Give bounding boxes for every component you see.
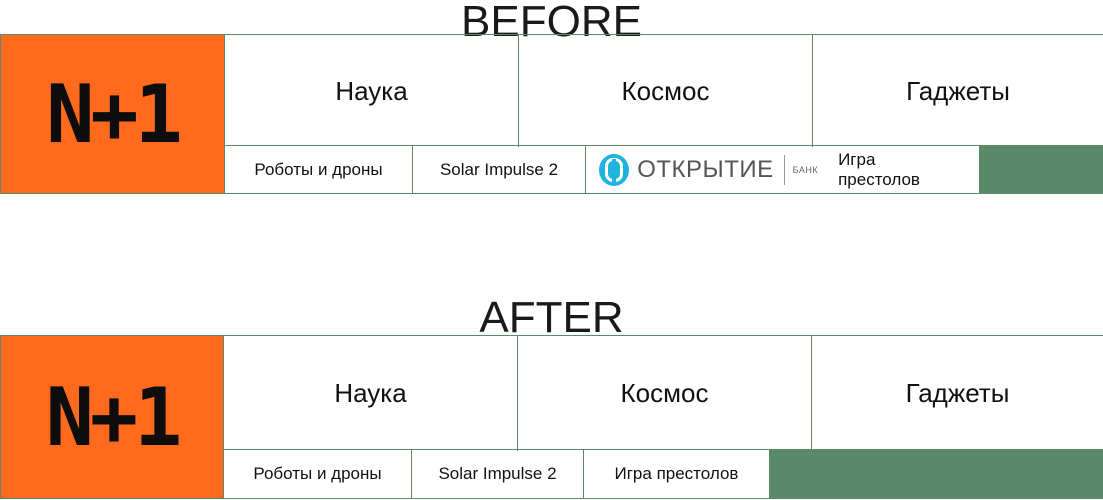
bank-logo-icon (599, 153, 630, 186)
subnav-fill (769, 450, 1103, 498)
main-nav: Наука Космос Гаджеты (223, 336, 1103, 451)
nav-item-gadgets[interactable]: Гаджеты (811, 336, 1103, 451)
sub-nav: Роботы и дроны Solar Impulse 2 Игра прес… (223, 449, 1103, 498)
subnav-item-got[interactable]: Игра престолов (583, 450, 769, 498)
site-logo[interactable]: N+1 (0, 35, 224, 193)
sponsor-name: ОТКРЫТИЕ (637, 155, 774, 183)
subnav-item-robots[interactable]: Роботы и дроны (224, 146, 412, 193)
logo-text: N+1 (45, 370, 182, 464)
nav-item-science[interactable]: Наука (224, 35, 518, 147)
main-nav: Наука Космос Гаджеты (224, 35, 1103, 147)
after-caption: AFTER (479, 293, 624, 342)
site-header-before: N+1 Наука Космос Гаджеты Роботы и дроны … (0, 34, 1103, 194)
nav-item-space[interactable]: Космос (518, 35, 812, 147)
subnav-item-solar[interactable]: Solar Impulse 2 (411, 450, 583, 498)
site-header-after: N+1 Наука Космос Гаджеты Роботы и дроны … (0, 335, 1103, 499)
sub-nav: Роботы и дроны Solar Impulse 2 ОТКРЫТИЕ … (224, 145, 1103, 193)
subnav-item-solar[interactable]: Solar Impulse 2 (412, 146, 585, 193)
sponsor-sub-label: БАНК (792, 164, 819, 175)
sponsor-divider (783, 154, 785, 185)
sponsor-block[interactable]: ОТКРЫТИЕ БАНК Игра престолов (585, 146, 979, 193)
site-logo[interactable]: N+1 (0, 336, 223, 498)
logo-text: N+1 (46, 67, 182, 161)
subnav-item-robots[interactable]: Роботы и дроны (223, 450, 411, 498)
nav-item-gadgets[interactable]: Гаджеты (812, 35, 1103, 147)
subnav-item-got[interactable]: Игра престолов (838, 150, 955, 190)
subnav-fill (979, 146, 1103, 193)
nav-item-space[interactable]: Космос (517, 336, 811, 451)
nav-item-science[interactable]: Наука (223, 336, 517, 451)
